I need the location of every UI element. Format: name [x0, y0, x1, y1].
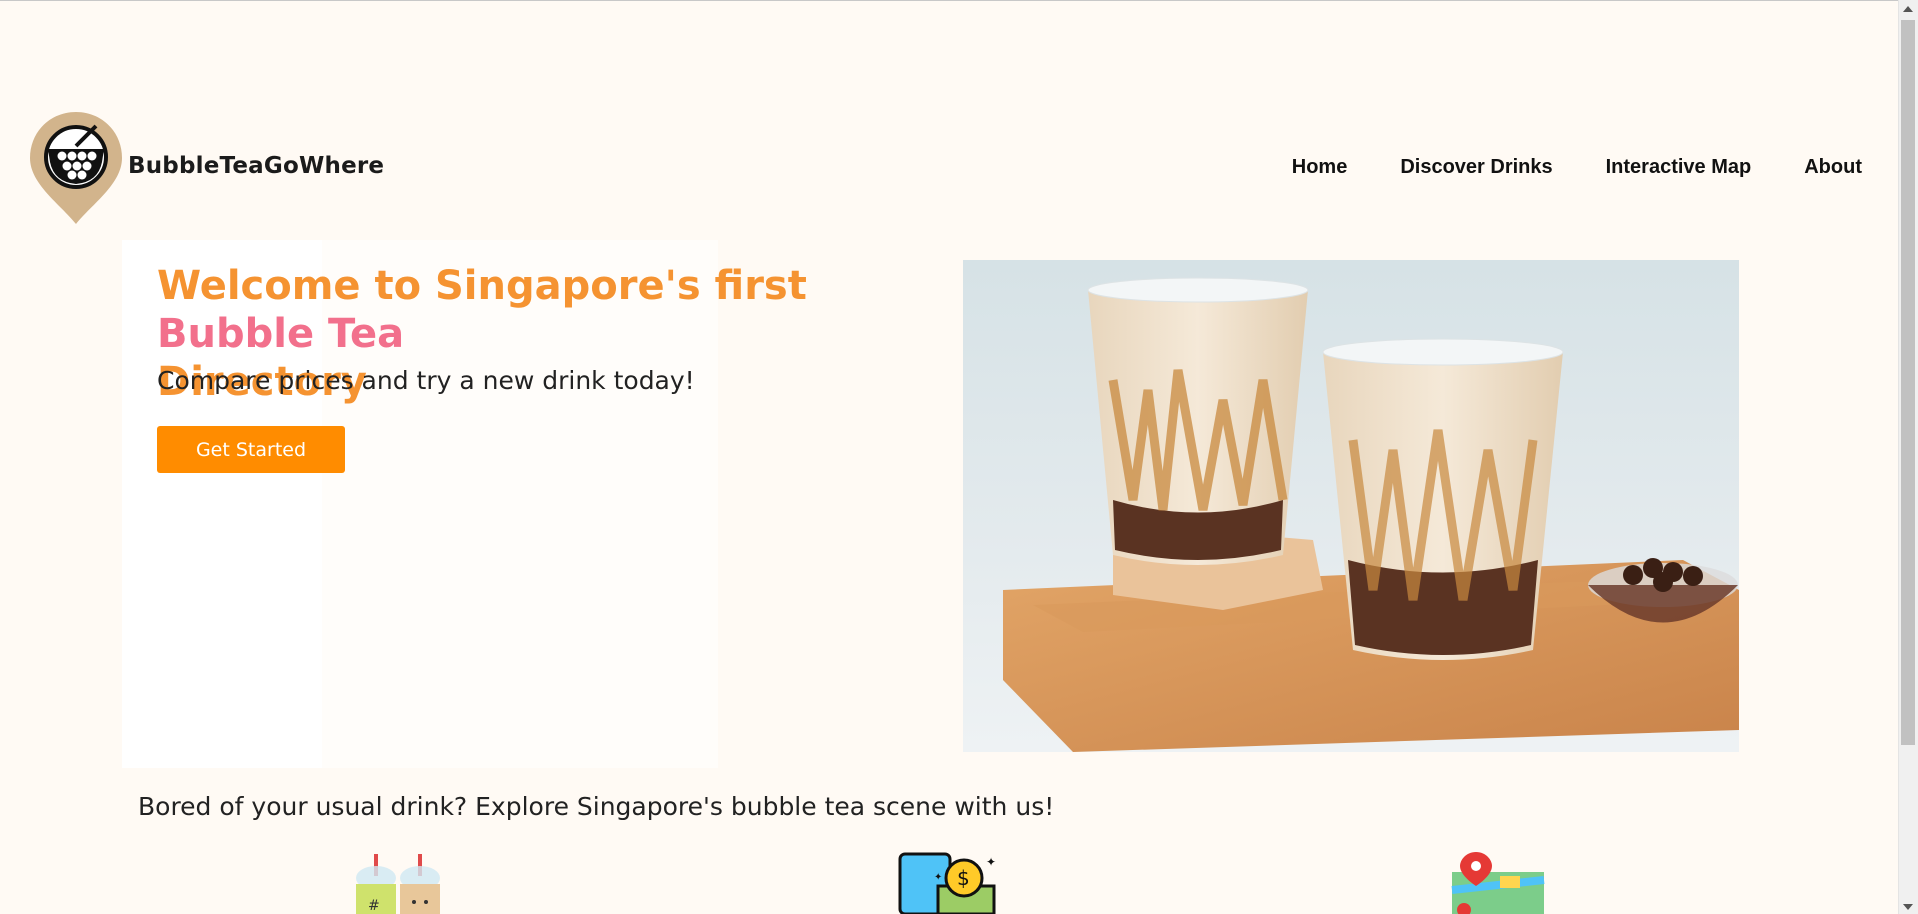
nav-discover-drinks[interactable]: Discover Drinks [1400, 156, 1552, 179]
scroll-up-arrow-icon[interactable] [1903, 6, 1913, 12]
hero-title-part1: Welcome to Singapore's first [157, 263, 807, 309]
svg-text:$: $ [957, 866, 970, 890]
svg-text:✦: ✦ [934, 872, 942, 883]
bubble-tea-map-pin-icon [30, 112, 122, 224]
page-scrollbar[interactable] [1898, 0, 1918, 914]
main-nav: Home Discover Drinks Interactive Map Abo… [1239, 156, 1862, 179]
svg-text:✦: ✦ [986, 855, 996, 869]
tagline: Bored of your usual drink? Explore Singa… [138, 792, 1055, 821]
get-started-button[interactable]: Get Started [157, 426, 345, 473]
svg-text:#: # [368, 898, 380, 914]
nav-home[interactable]: Home [1292, 156, 1348, 179]
price-compare-icon: $ ✦ ✦ [898, 850, 998, 914]
bubble-tea-cups-photo [963, 260, 1739, 752]
scroll-down-arrow-icon[interactable] [1903, 904, 1913, 910]
window-top-border [0, 0, 1898, 1]
nav-interactive-map[interactable]: Interactive Map [1606, 156, 1752, 179]
map-icon [1450, 850, 1546, 914]
hero-subtitle: Compare prices and try a new drink today… [157, 366, 695, 395]
nav-about[interactable]: About [1804, 156, 1862, 179]
logo[interactable] [30, 112, 122, 224]
brand-name[interactable]: BubbleTeaGoWhere [128, 153, 384, 179]
scroll-thumb[interactable] [1901, 20, 1915, 745]
hero-title-part2: Bubble Tea [157, 311, 405, 357]
drinks-icon: # [352, 850, 444, 914]
